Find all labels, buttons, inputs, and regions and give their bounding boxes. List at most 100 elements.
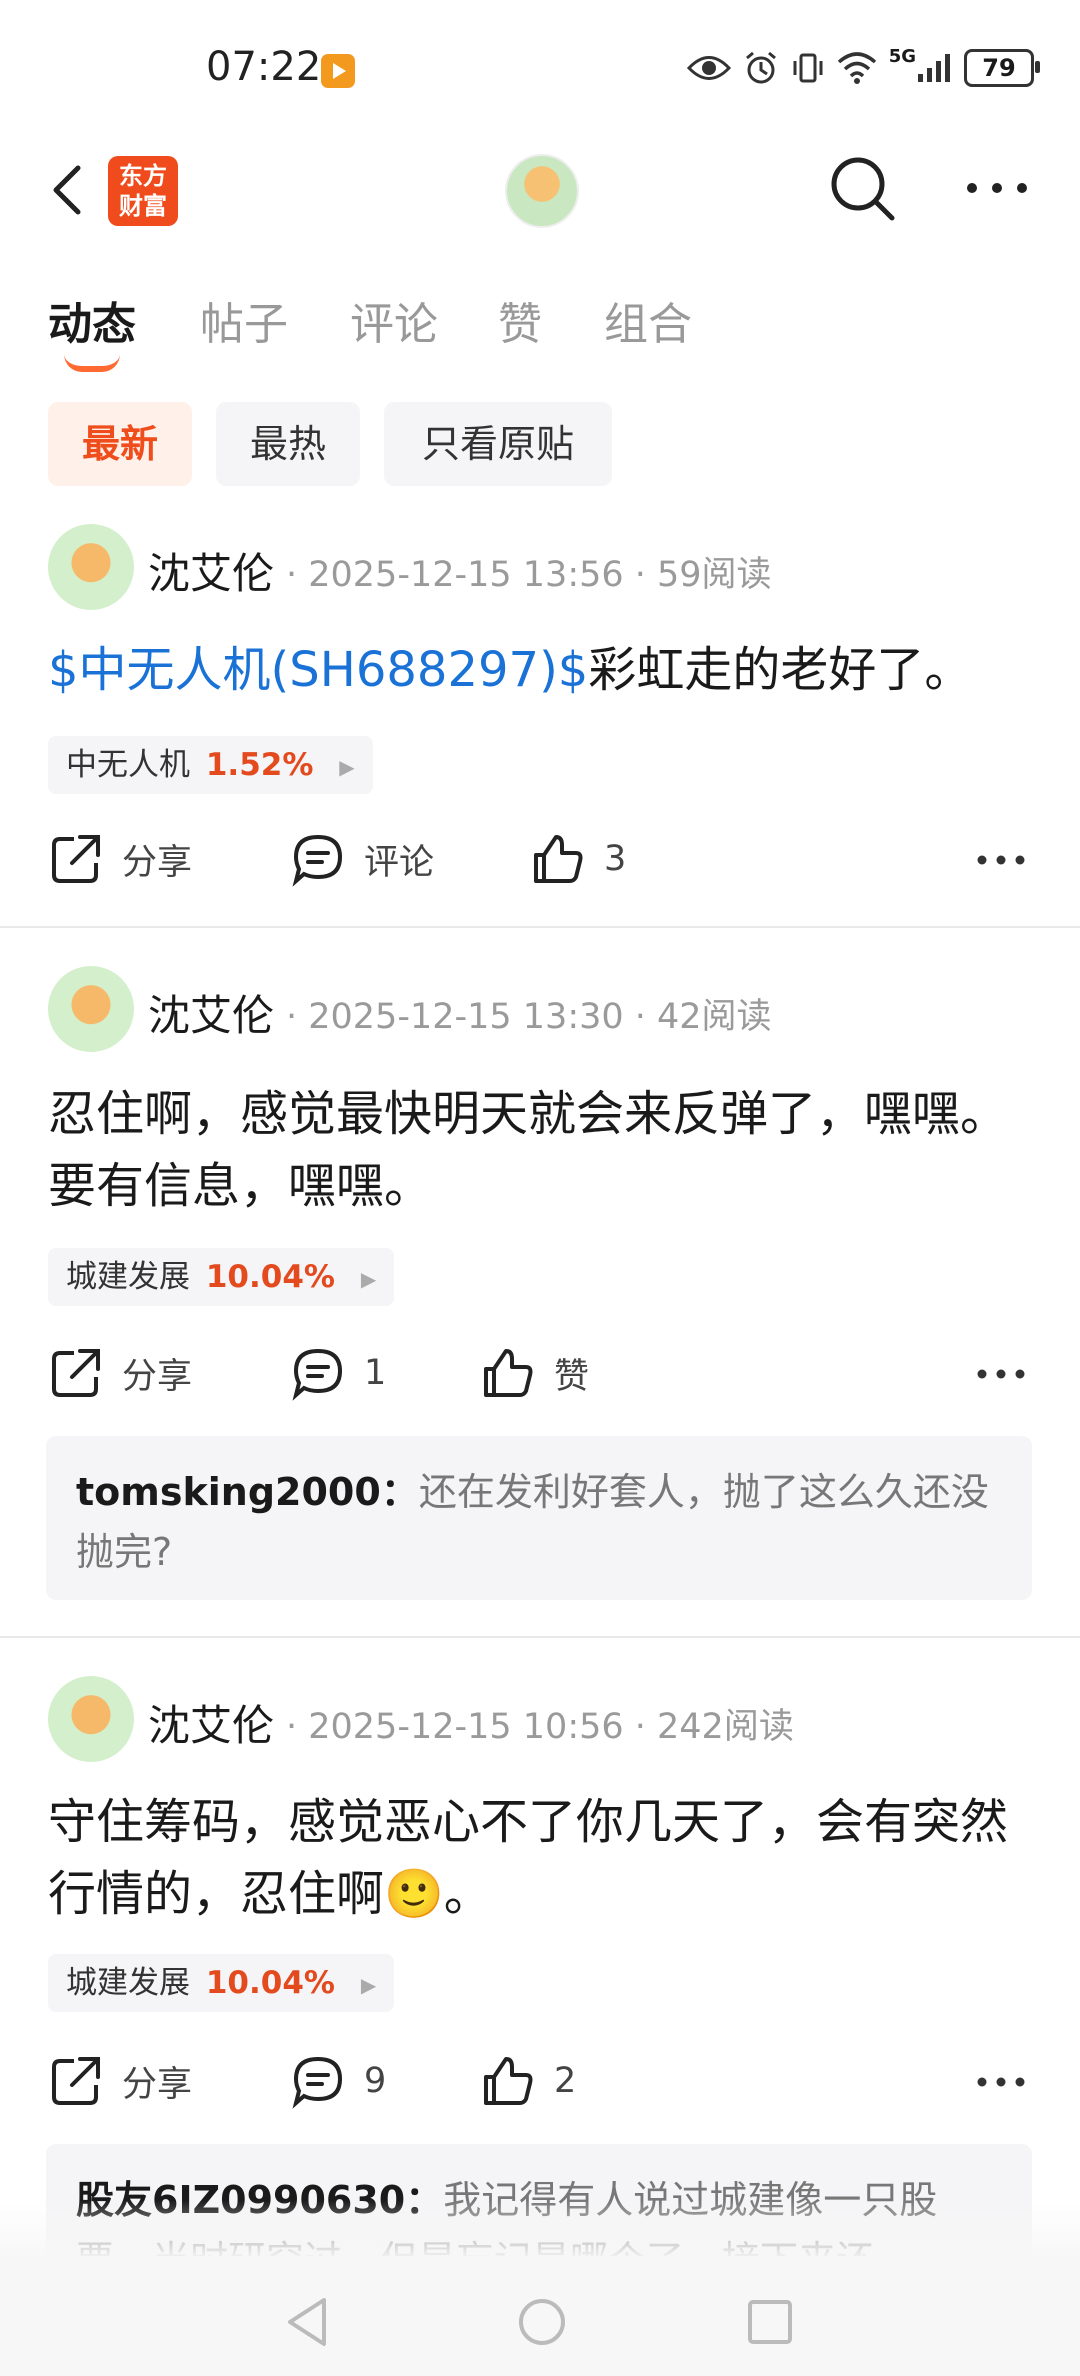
post-meta: · 2025-12-15 13:30 · 42阅读 (286, 997, 772, 1037)
post-meta: · 2025-12-15 13:56 · 59阅读 (286, 555, 772, 595)
comment-count: 9 (364, 2061, 387, 2101)
post-author-row: 沈艾伦 · 2025-12-15 13:30 · 42阅读 (0, 966, 1080, 1052)
logo-line2: 财富 (119, 192, 167, 220)
reply-preview[interactable]: tomsking2000：还在发利好套人，抛了这么久还没抛完? (46, 1436, 1032, 1600)
post-author-row: 沈艾伦 · 2025-12-15 10:56 · 242阅读 (0, 1676, 1080, 1762)
like-button[interactable]: 3 (530, 824, 626, 894)
post-text-end: 。 (443, 1866, 492, 1922)
post-more-icon[interactable] (976, 850, 1026, 870)
author-name[interactable]: 沈艾伦 (148, 982, 274, 1043)
share-icon (52, 835, 100, 883)
post-more-icon[interactable] (976, 2072, 1026, 2092)
post-author-row: 沈艾伦 · 2025-12-15 13:56 · 59阅读 (0, 524, 1080, 610)
post-text: 彩虹走的老好了。 (588, 642, 973, 698)
like-count: 3 (604, 839, 627, 879)
reply-author[interactable]: tomsking2000 (76, 1470, 381, 1514)
system-icons: 5G 79 (686, 46, 1040, 90)
stock-tag[interactable]: 城建发展 10.04% ▶ (48, 1248, 395, 1306)
avatar[interactable] (48, 966, 134, 1052)
nav-home-icon[interactable] (516, 2296, 568, 2348)
post-content[interactable]: 守住筹码，感觉恶心不了你几天了，会有突然行情的，忍住啊🙂。 (48, 1786, 1038, 1930)
tab-posts[interactable]: 帖子 (200, 288, 288, 352)
search-icon[interactable] (826, 152, 900, 226)
like-button[interactable]: 2 (480, 2046, 576, 2116)
user-avatar[interactable] (505, 154, 579, 228)
vibrate-icon (793, 53, 823, 83)
share-button[interactable]: 分享 (48, 1338, 192, 1408)
post-actions: 分享 1 赞 (0, 1338, 1080, 1408)
tab-dynamic[interactable]: 动态 (48, 288, 136, 352)
post-actions: 分享 9 2 (0, 2046, 1080, 2116)
post-content[interactable]: 忍住啊，感觉最快明天就会来反弹了，嘿嘿。要有信息，嘿嘿。 (48, 1078, 1038, 1222)
filter-latest[interactable]: 最新 (48, 402, 192, 486)
stock-change: 10.04% (205, 1965, 335, 2001)
filter-bar: 最新 最热 只看原贴 (0, 402, 1080, 488)
comment-icon (292, 1348, 343, 1401)
tab-likes[interactable]: 赞 (498, 288, 542, 352)
scroll-fade (0, 2200, 1080, 2260)
tab-portfolio[interactable]: 组合 (604, 288, 692, 352)
tab-comments[interactable]: 评论 (350, 288, 438, 352)
more-icon[interactable] (962, 168, 1032, 208)
filter-original-only[interactable]: 只看原贴 (384, 402, 612, 486)
author-name[interactable]: 沈艾伦 (148, 540, 274, 601)
smile-emoji-icon: 🙂 (384, 1866, 444, 1922)
stock-tag[interactable]: 城建发展 10.04% ▶ (48, 1954, 395, 2012)
stock-name: 中无人机 (66, 747, 190, 783)
share-label: 分享 (122, 842, 193, 883)
top-nav: 东方 财富 (0, 140, 1080, 240)
post-text: 守住筹码，感觉恶心不了你几天了，会有突然行情的，忍住啊 (48, 1794, 1009, 1922)
tab-bar: 动态 帖子 评论 赞 组合 (0, 270, 1080, 372)
status-bar: 07:22 5G 79 (0, 0, 1080, 140)
stock-tag[interactable]: 中无人机 1.52% ▶ (48, 736, 373, 794)
alarm-icon (745, 51, 776, 84)
triangle-right-icon: ▶ (360, 1266, 377, 1291)
avatar[interactable] (48, 1676, 134, 1762)
wifi-icon (837, 52, 876, 84)
share-icon (52, 2057, 100, 2105)
comment-button[interactable]: 1 (290, 1338, 386, 1408)
post-card[interactable]: 沈艾伦 · 2025-12-15 13:30 · 42阅读 忍住啊，感觉最快明天… (0, 966, 1080, 1636)
share-label: 分享 (122, 1356, 193, 1397)
network-label: 5G (888, 46, 916, 67)
active-tab-indicator (64, 354, 120, 372)
comment-count: 评论 (364, 842, 435, 883)
triangle-right-icon: ▶ (360, 1972, 377, 1997)
stock-link[interactable]: $中无人机(SH688297)$ (48, 642, 588, 698)
stock-name: 城建发展 (66, 1965, 190, 2001)
avatar[interactable] (48, 524, 134, 610)
comment-button[interactable]: 评论 (290, 824, 434, 894)
author-name[interactable]: 沈艾伦 (148, 1692, 274, 1753)
share-icon (52, 1349, 100, 1397)
share-button[interactable]: 分享 (48, 824, 192, 894)
clock: 07:22 (206, 44, 322, 90)
divider (0, 1636, 1080, 1638)
eye-icon (686, 56, 731, 80)
logo-line1: 东方 (119, 162, 167, 190)
thumbs-up-icon (484, 1349, 533, 1397)
post-content[interactable]: $中无人机(SH688297)$彩虹走的老好了。 (48, 634, 1038, 706)
battery-icon: 79 (964, 49, 1040, 87)
comment-count: 1 (364, 1353, 387, 1393)
back-icon[interactable] (40, 160, 100, 220)
signal-icon (918, 54, 950, 82)
like-button[interactable]: 赞 (480, 1338, 589, 1408)
comment-button[interactable]: 9 (290, 2046, 386, 2116)
post-more-icon[interactable] (976, 1364, 1026, 1384)
post-card[interactable]: 沈艾伦 · 2025-12-15 10:56 · 242阅读 守住筹码，感觉恶心… (0, 1676, 1080, 2284)
app-logo[interactable]: 东方 财富 (108, 156, 178, 226)
nav-back-icon[interactable] (284, 2296, 332, 2348)
stock-change: 1.52% (205, 747, 314, 783)
divider (0, 926, 1080, 928)
like-count: 赞 (554, 1356, 590, 1397)
nav-recents-icon[interactable] (746, 2298, 794, 2346)
comment-icon (292, 2056, 343, 2109)
post-card[interactable]: 沈艾伦 · 2025-12-15 13:56 · 59阅读 $中无人机(SH68… (0, 524, 1080, 926)
post-actions: 分享 评论 3 (0, 824, 1080, 894)
stock-name: 城建发展 (66, 1259, 190, 1295)
filter-hot[interactable]: 最热 (216, 402, 360, 486)
like-count: 2 (554, 2061, 577, 2101)
share-label: 分享 (122, 2064, 193, 2105)
system-nav-bar (0, 2256, 1080, 2376)
share-button[interactable]: 分享 (48, 2046, 192, 2116)
